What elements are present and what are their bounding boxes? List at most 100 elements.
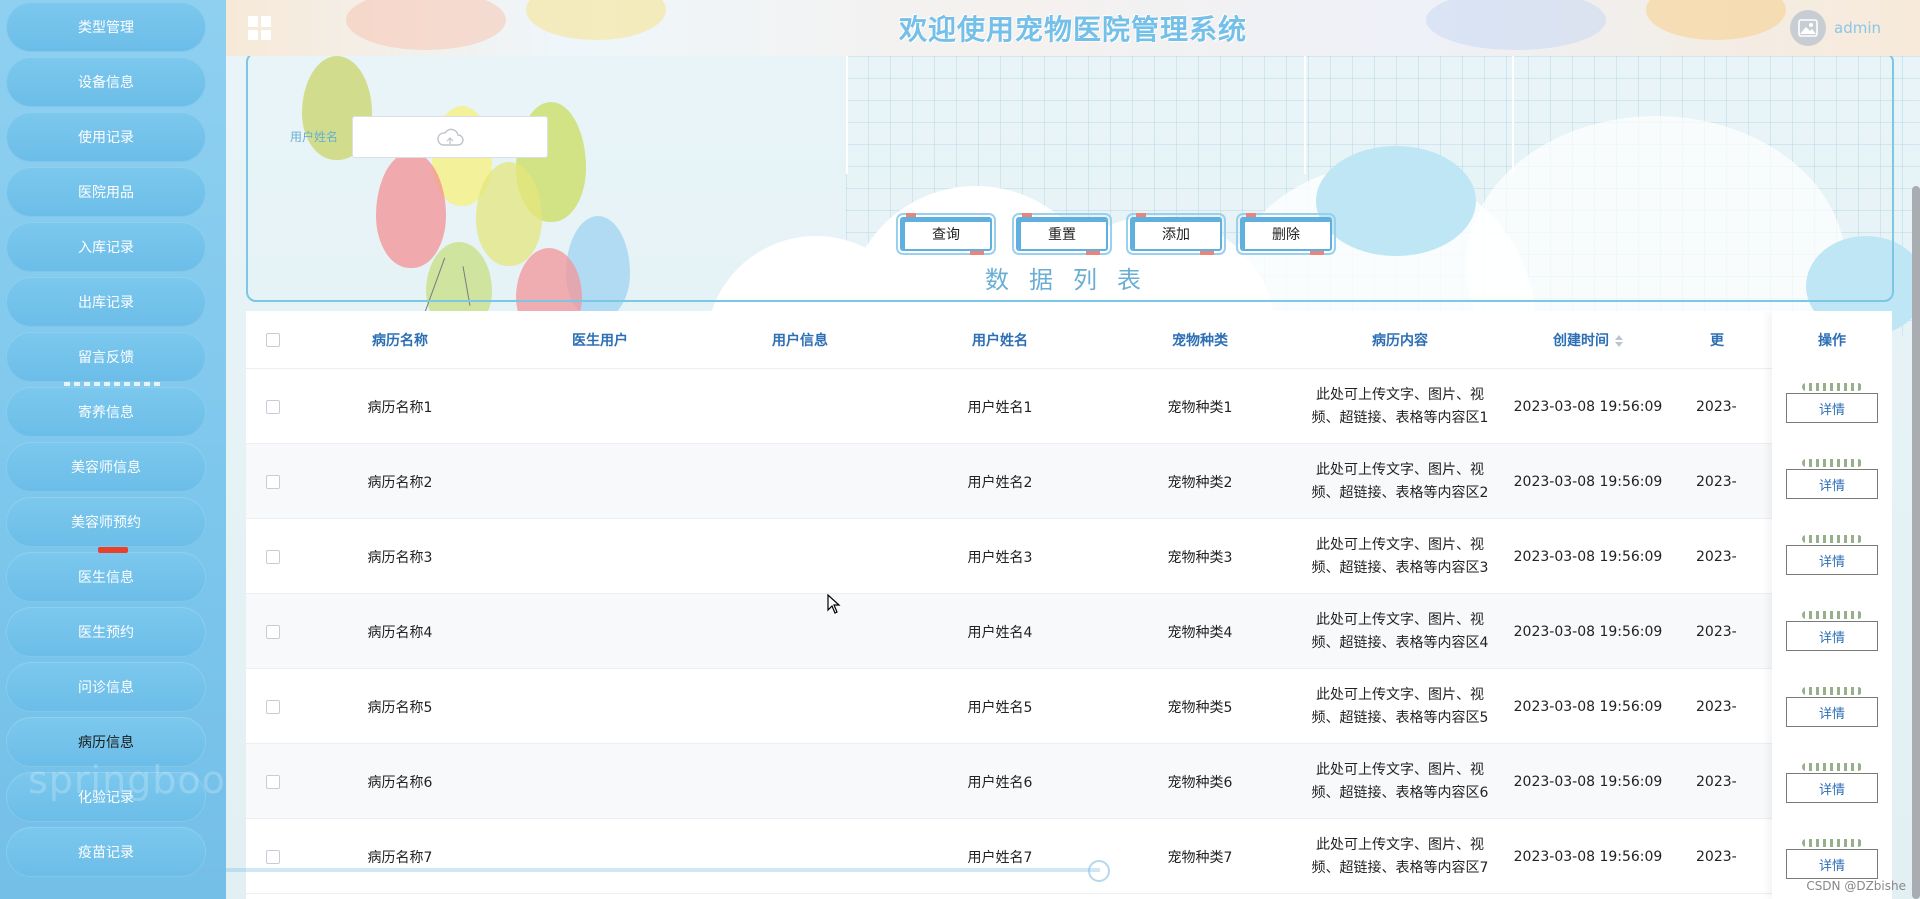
cell-user-name: 用户姓名4: [967, 624, 1033, 641]
column-header-pet-type[interactable]: 宠物种类: [1100, 311, 1300, 369]
column-header-doctor-user[interactable]: 医生用户: [500, 311, 700, 369]
reset-button[interactable]: 重置: [1012, 213, 1112, 255]
divider: [1304, 56, 1306, 174]
cell-content: 此处可上传文字、图片、视频、超链接、表格等内容区4: [1311, 611, 1489, 651]
table-row[interactable]: 病历名称6 用户姓名6 宠物种类6 此处可上传文字、图片、视频、超链接、表格等内容区6…: [246, 744, 1892, 819]
row-select-cell: [246, 519, 300, 594]
detail-button[interactable]: 详情: [1786, 469, 1878, 499]
cell-user-name: 用户姓名1: [967, 399, 1033, 416]
sidebar-item[interactable]: 出库记录: [6, 277, 206, 327]
sidebar-item[interactable]: 使用记录: [6, 112, 206, 162]
detail-button[interactable]: 详情: [1786, 393, 1878, 423]
column-header-user-info[interactable]: 用户信息: [700, 311, 900, 369]
column-header-action: 操作: [1818, 333, 1846, 349]
table-row[interactable]: 病历名称4 用户姓名4 宠物种类4 此处可上传文字、图片、视频、超链接、表格等内容区4…: [246, 594, 1892, 669]
cell-name: 病历名称2: [367, 474, 433, 491]
user-menu[interactable]: admin: [1790, 8, 1920, 48]
list-title: 数据列表: [985, 266, 1161, 294]
column-header-user-name[interactable]: 用户姓名: [900, 311, 1100, 369]
sort-caret-icon[interactable]: [1615, 334, 1623, 347]
table-row[interactable]: 病历名称7 用户姓名7 宠物种类7 此处可上传文字、图片、视频、超链接、表格等内容区7…: [246, 819, 1892, 894]
sidebar-item[interactable]: 化验记录: [6, 772, 206, 822]
cell-created: 2023-03-08 19:56:09: [1513, 848, 1663, 865]
cell-user-info: [700, 444, 900, 519]
row-checkbox[interactable]: [266, 849, 280, 864]
app-title: 欢迎使用宠物医院管理系统: [898, 13, 1247, 46]
add-button[interactable]: 添加: [1126, 213, 1226, 255]
row-checkbox[interactable]: [266, 774, 280, 789]
username[interactable]: admin: [1834, 19, 1881, 37]
cloud-icon: [437, 128, 464, 146]
cell-created: 2023-03-08 19:56:09: [1513, 398, 1663, 415]
row-checkbox[interactable]: [266, 474, 280, 489]
table-header: 病历名称 医生用户 用户信息 用户姓名 宠物种类 病历内容 创建时间 更: [246, 311, 1892, 369]
table-row[interactable]: 病历名称2 用户姓名2 宠物种类2 此处可上传文字、图片、视频、超链接、表格等内容区2…: [246, 444, 1892, 519]
sidebar-item[interactable]: 医院用品: [6, 167, 206, 217]
row-checkbox[interactable]: [266, 699, 280, 714]
detail-button[interactable]: 详情: [1786, 621, 1878, 651]
cell-user-info: [700, 819, 900, 894]
row-checkbox[interactable]: [266, 399, 280, 414]
sidebar-item[interactable]: 留言反馈: [6, 332, 206, 382]
cell-user-info: [700, 594, 900, 669]
query-button[interactable]: 查询: [896, 213, 996, 255]
cell-created: 2023-03-08 19:56:09: [1513, 698, 1663, 715]
sidebar: 类型管理 设备信息 使用记录 医院用品 入库记录 出库记录 留言反馈 寄养信息 美容师信息 美容师…: [0, 0, 226, 899]
column-header-name[interactable]: 病历名称: [300, 311, 500, 369]
cell-created: 2023-03-08 19:56:09: [1513, 773, 1663, 790]
sidebar-item[interactable]: 问诊信息: [6, 662, 206, 712]
divider: [846, 56, 848, 174]
sidebar-item[interactable]: 设备信息: [6, 57, 206, 107]
row-select-cell: [246, 369, 300, 444]
cell-user-info: [700, 744, 900, 819]
delete-button[interactable]: 删除: [1236, 213, 1336, 255]
row-checkbox[interactable]: [266, 549, 280, 564]
search-label: 用户姓名: [290, 130, 339, 144]
sidebar-decoration: [64, 382, 164, 386]
avatar[interactable]: [1790, 10, 1826, 46]
cell-name: 病历名称4: [367, 624, 433, 641]
cell-updated: 2023-: [1696, 398, 1737, 415]
table-row[interactable]: 病历名称1 用户姓名1 宠物种类1 此处可上传文字、图片、视频、超链接、表格等内容区1…: [246, 369, 1892, 444]
user-name-search-input[interactable]: [352, 116, 548, 158]
cell-content: 此处可上传文字、图片、视频、超链接、表格等内容区5: [1311, 686, 1489, 726]
leaf-decoration: [1802, 763, 1862, 771]
cell-content: 此处可上传文字、图片、视频、超链接、表格等内容区6: [1311, 761, 1489, 801]
column-header-created[interactable]: 创建时间: [1500, 311, 1676, 369]
horizontal-scroll-track[interactable]: [30, 868, 1100, 872]
sidebar-item[interactable]: 医生信息: [6, 552, 206, 602]
cell-user-name: 用户姓名7: [967, 849, 1033, 866]
sidebar-item[interactable]: 美容师预约: [6, 497, 206, 547]
vertical-scrollbar[interactable]: [1912, 186, 1920, 899]
sidebar-item[interactable]: 类型管理: [6, 2, 206, 52]
cell-doctor-user: [500, 444, 700, 519]
cell-user-name: 用户姓名3: [967, 549, 1033, 566]
table-row[interactable]: 病历名称5 用户姓名5 宠物种类5 此处可上传文字、图片、视频、超链接、表格等内容区5…: [246, 669, 1892, 744]
sidebar-item[interactable]: 入库记录: [6, 222, 206, 272]
detail-button[interactable]: 详情: [1786, 773, 1878, 803]
cell-updated: 2023-: [1696, 473, 1737, 490]
sidebar-item[interactable]: 医生预约: [6, 607, 206, 657]
column-header-content[interactable]: 病历内容: [1300, 311, 1500, 369]
cell-pet-type: 宠物种类4: [1167, 624, 1233, 641]
cell-doctor-user: [500, 669, 700, 744]
sidebar-item[interactable]: 病历信息: [6, 717, 206, 767]
select-all-cell: [246, 311, 300, 369]
table-row[interactable]: 病历名称3 用户姓名3 宠物种类3 此处可上传文字、图片、视频、超链接、表格等内容区3…: [246, 519, 1892, 594]
detail-button[interactable]: 详情: [1786, 697, 1878, 727]
row-checkbox[interactable]: [266, 624, 280, 639]
cell-pet-type: 宠物种类6: [1167, 774, 1233, 791]
cell-updated: 2023-: [1696, 548, 1737, 565]
sidebar-item[interactable]: 寄养信息: [6, 387, 206, 437]
cell-created: 2023-03-08 19:56:09: [1513, 473, 1663, 490]
column-header-updated[interactable]: 更: [1676, 311, 1736, 369]
detail-button[interactable]: 详情: [1786, 545, 1878, 575]
select-all-checkbox[interactable]: [266, 333, 280, 347]
cell-name: 病历名称6: [367, 774, 433, 791]
leaf-decoration: [1802, 611, 1862, 619]
detail-button[interactable]: 详情: [1786, 849, 1878, 879]
horizontal-scroll-knob[interactable]: [1088, 860, 1110, 882]
sidebar-item[interactable]: 美容师信息: [6, 442, 206, 492]
divider: [1512, 56, 1514, 174]
sidebar-decoration: [98, 547, 128, 553]
